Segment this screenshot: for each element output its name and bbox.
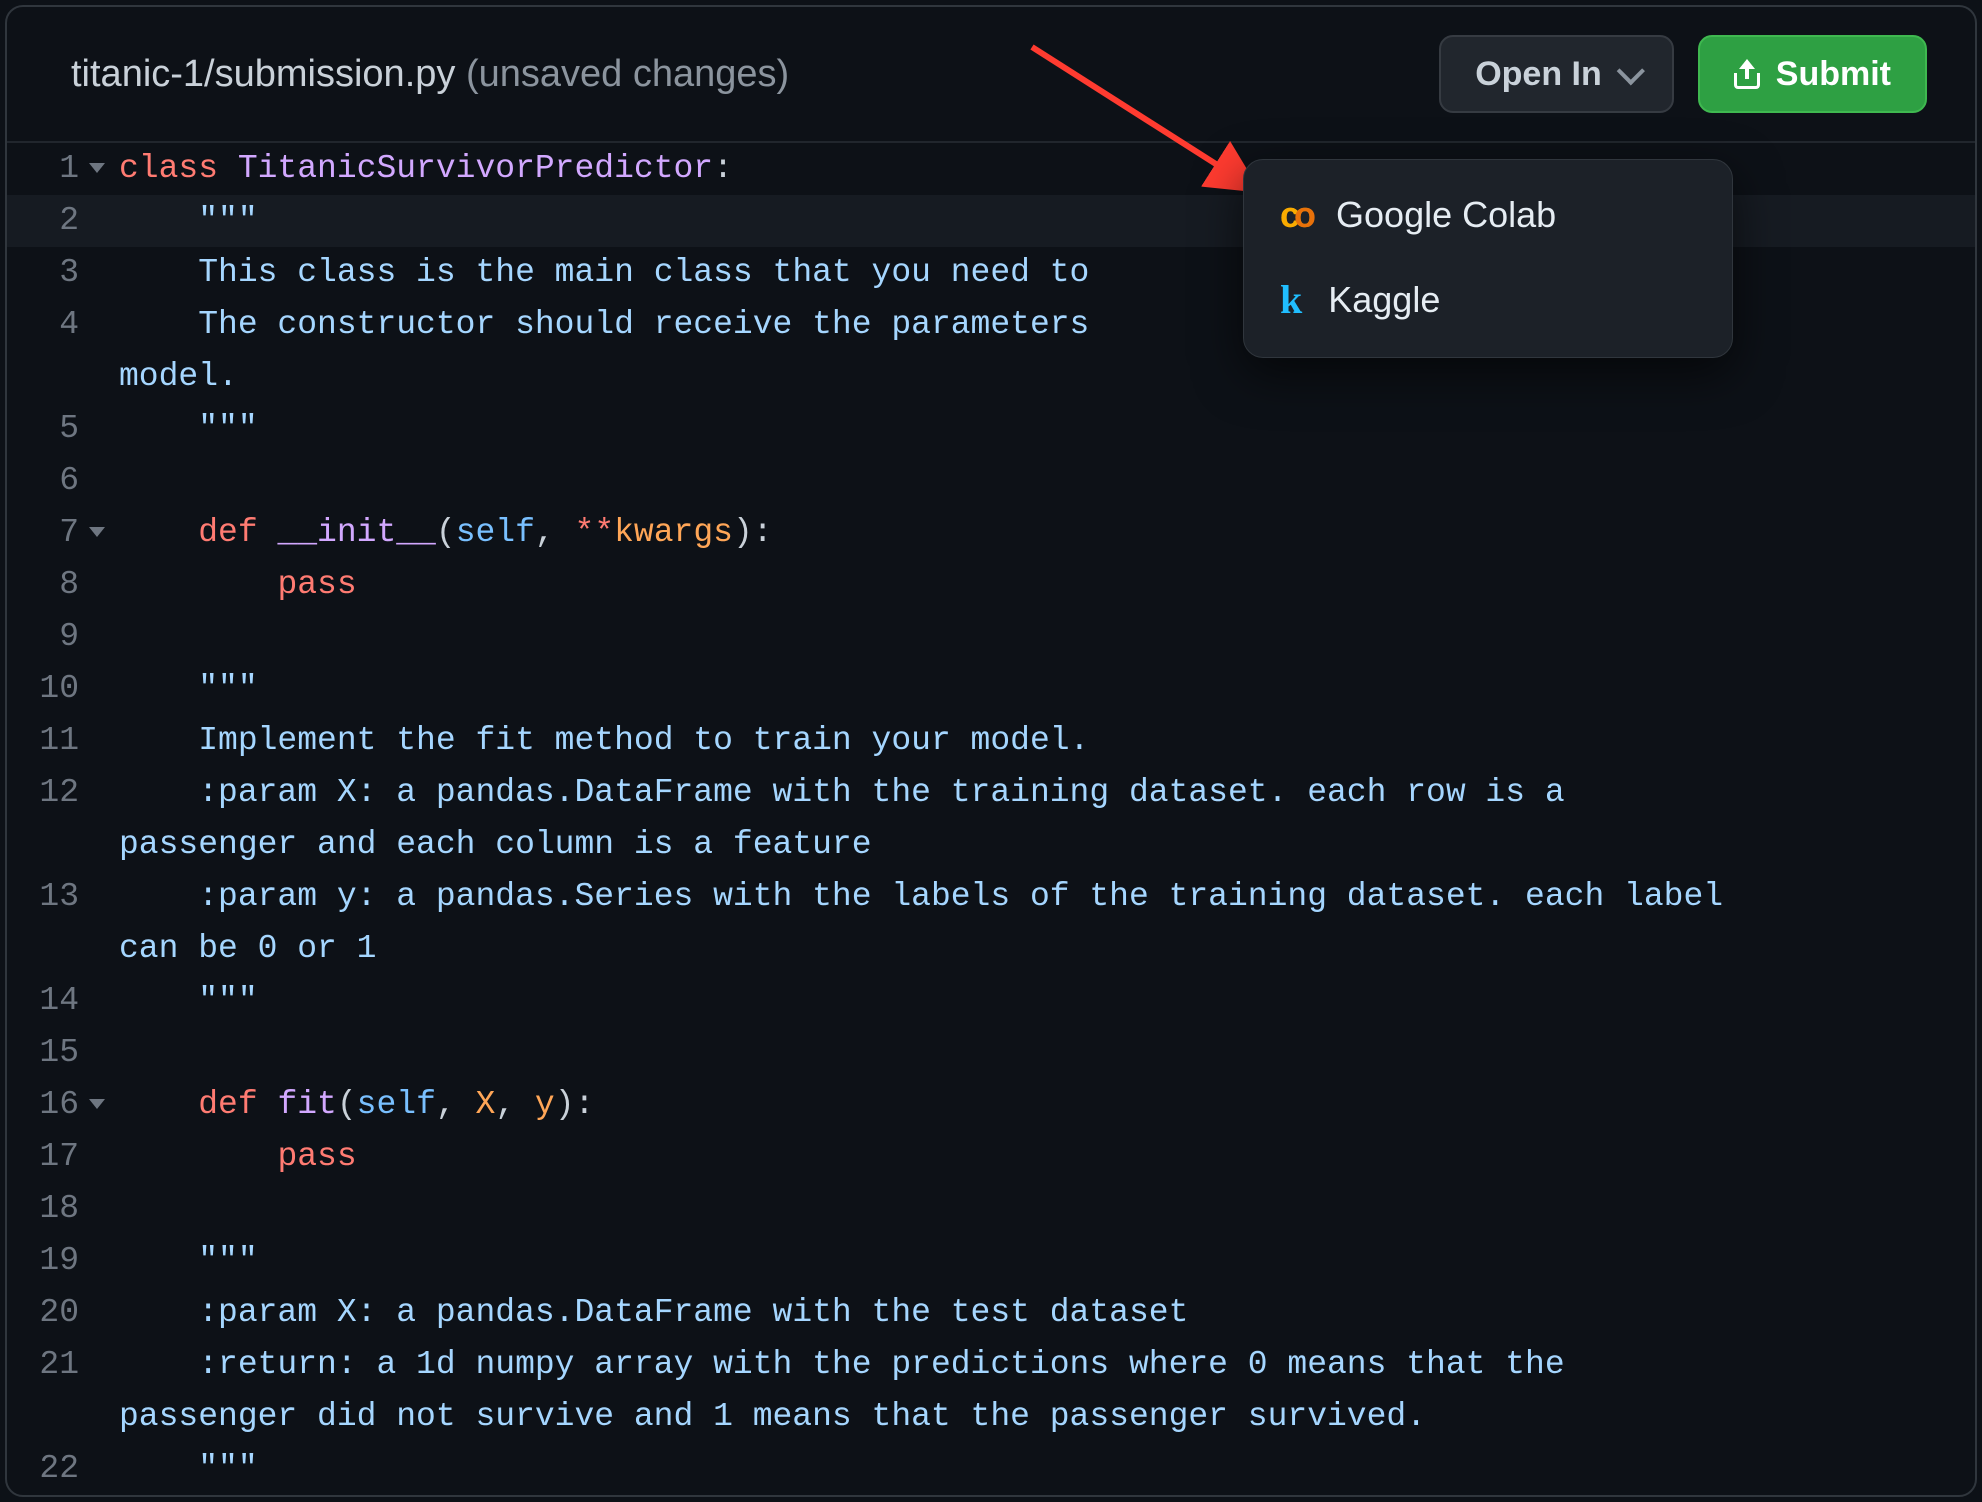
- code-line[interactable]: 7 def __init__(self, **kwargs):: [7, 507, 1975, 559]
- line-number: 12: [7, 767, 87, 819]
- code-line[interactable]: 11 Implement the fit method to train you…: [7, 715, 1975, 767]
- code-line[interactable]: 13 :param y: a pandas.Series with the la…: [7, 871, 1975, 923]
- fold-icon[interactable]: [89, 163, 105, 173]
- code-line[interactable]: 17 pass: [7, 1131, 1975, 1183]
- code-content: Implement the fit method to train your m…: [87, 715, 1089, 767]
- code-line[interactable]: 16 def fit(self, X, y):: [7, 1079, 1975, 1131]
- code-content: :param X: a pandas.DataFrame with the te…: [87, 1287, 1188, 1339]
- code-content: This class is the main class that you ne…: [87, 247, 1089, 299]
- open-in-button[interactable]: Open In: [1439, 35, 1674, 113]
- code-content: pass: [87, 1131, 357, 1183]
- line-number: 7: [7, 507, 87, 559]
- line-number: 15: [7, 1027, 87, 1079]
- dropdown-item-label: Kaggle: [1328, 279, 1440, 321]
- open-in-label: Open In: [1475, 55, 1602, 94]
- line-number: 8: [7, 559, 87, 611]
- code-line[interactable]: 6: [7, 455, 1975, 507]
- fold-icon[interactable]: [89, 1099, 105, 1109]
- line-number: 19: [7, 1235, 87, 1287]
- code-line-wrap[interactable]: model.: [7, 351, 1975, 403]
- code-line[interactable]: 14 """: [7, 975, 1975, 1027]
- line-number: 11: [7, 715, 87, 767]
- editor-header: titanic-1/submission.py (unsaved changes…: [7, 7, 1975, 143]
- line-number: 5: [7, 403, 87, 455]
- line-number: 13: [7, 871, 87, 923]
- line-number: 4: [7, 299, 87, 351]
- code-content: :param X: a pandas.DataFrame with the tr…: [87, 767, 1565, 819]
- line-number: 17: [7, 1131, 87, 1183]
- code-line[interactable]: 10 """: [7, 663, 1975, 715]
- line-number: 14: [7, 975, 87, 1027]
- code-content: """: [87, 663, 258, 715]
- line-number: 22: [7, 1443, 87, 1495]
- code-content: def __init__(self, **kwargs):: [87, 507, 773, 559]
- code-content: pass: [87, 559, 357, 611]
- code-line[interactable]: 20 :param X: a pandas.DataFrame with the…: [7, 1287, 1975, 1339]
- code-line[interactable]: 21 :return: a 1d numpy array with the pr…: [7, 1339, 1975, 1391]
- code-line-wrap[interactable]: passenger and each column is a feature: [7, 819, 1975, 871]
- code-content: """: [87, 195, 258, 247]
- file-path-label: titanic-1/submission.py (unsaved changes…: [71, 53, 789, 96]
- submit-button[interactable]: Submit: [1698, 35, 1927, 113]
- open-in-dropdown: Google Colab k Kaggle: [1243, 159, 1733, 358]
- code-content: """: [87, 403, 258, 455]
- code-content: can be 0 or 1: [87, 923, 376, 975]
- header-buttons: Open In Submit: [1439, 35, 1927, 113]
- code-content: """: [87, 1235, 258, 1287]
- file-path-text: titanic-1/submission.py: [71, 53, 455, 95]
- line-number: 21: [7, 1339, 87, 1391]
- code-line[interactable]: 19 """: [7, 1235, 1975, 1287]
- code-line-wrap[interactable]: can be 0 or 1: [7, 923, 1975, 975]
- code-line-wrap[interactable]: passenger did not survive and 1 means th…: [7, 1391, 1975, 1443]
- code-line[interactable]: 5 """: [7, 403, 1975, 455]
- code-content: passenger did not survive and 1 means th…: [87, 1391, 1426, 1443]
- code-content: """: [87, 975, 258, 1027]
- submit-label: Submit: [1776, 55, 1891, 94]
- upload-icon: [1734, 59, 1760, 89]
- chevron-down-icon: [1616, 57, 1644, 85]
- line-number: 10: [7, 663, 87, 715]
- code-line[interactable]: 22 """: [7, 1443, 1975, 1495]
- code-line[interactable]: 9: [7, 611, 1975, 663]
- line-number: 1: [7, 143, 87, 195]
- line-number: 3: [7, 247, 87, 299]
- code-content: model.: [87, 351, 238, 403]
- code-content: """: [87, 1443, 258, 1495]
- code-content: class TitanicSurvivorPredictor:: [87, 143, 733, 195]
- code-line[interactable]: 15: [7, 1027, 1975, 1079]
- code-line[interactable]: 8 pass: [7, 559, 1975, 611]
- dropdown-item-label: Google Colab: [1336, 194, 1556, 236]
- kaggle-icon: k: [1280, 276, 1302, 323]
- dropdown-item-kaggle[interactable]: k Kaggle: [1244, 256, 1732, 343]
- line-number: 20: [7, 1287, 87, 1339]
- code-line[interactable]: 12 :param X: a pandas.DataFrame with the…: [7, 767, 1975, 819]
- code-content: :param y: a pandas.Series with the label…: [87, 871, 1723, 923]
- fold-icon[interactable]: [89, 527, 105, 537]
- colab-icon: [1280, 194, 1310, 236]
- line-number: 2: [7, 195, 87, 247]
- code-content: def fit(self, X, y):: [87, 1079, 594, 1131]
- dropdown-item-colab[interactable]: Google Colab: [1244, 174, 1732, 256]
- code-content: :return: a 1d numpy array with the predi…: [87, 1339, 1565, 1391]
- code-line[interactable]: 18: [7, 1183, 1975, 1235]
- line-number: 9: [7, 611, 87, 663]
- code-content: passenger and each column is a feature: [87, 819, 872, 871]
- editor-panel: titanic-1/submission.py (unsaved changes…: [5, 5, 1977, 1497]
- line-number: 16: [7, 1079, 87, 1131]
- unsaved-indicator: (unsaved changes): [455, 53, 789, 95]
- line-number: 6: [7, 455, 87, 507]
- line-number: 18: [7, 1183, 87, 1235]
